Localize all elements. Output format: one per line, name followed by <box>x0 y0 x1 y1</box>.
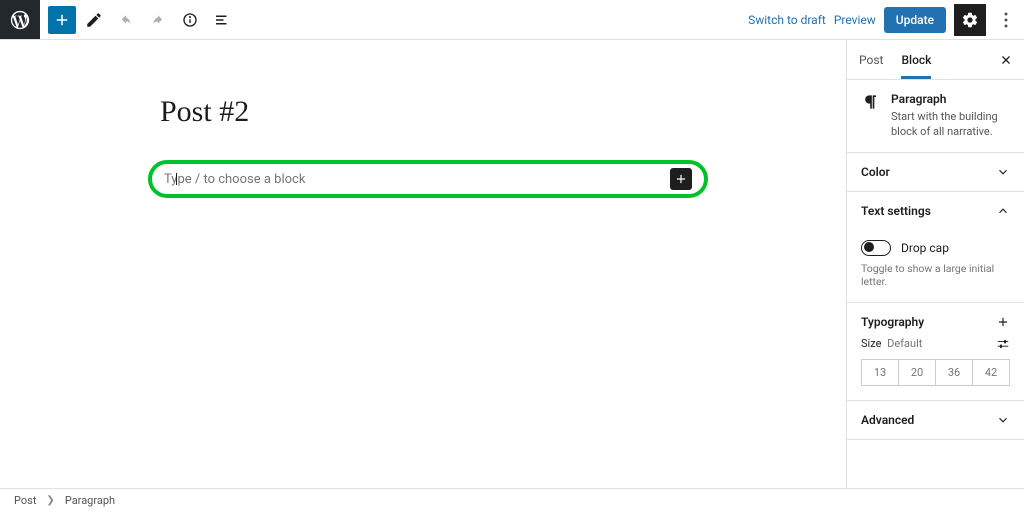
size-option-4[interactable]: 42 <box>972 360 1009 385</box>
outline-button[interactable] <box>208 6 236 34</box>
wordpress-logo-button[interactable] <box>0 0 40 39</box>
add-block-button[interactable] <box>48 6 76 34</box>
paragraph-block[interactable]: Type / to choose a block <box>148 160 708 198</box>
panel-advanced[interactable]: Advanced <box>847 401 1024 440</box>
list-icon <box>213 11 231 29</box>
size-settings-button[interactable] <box>996 337 1010 351</box>
undo-button[interactable] <box>112 6 140 34</box>
edit-mode-button[interactable] <box>80 6 108 34</box>
kebab-icon <box>1004 12 1008 28</box>
breadcrumb: Post ❯ Paragraph <box>0 488 1024 512</box>
more-menu-button[interactable] <box>994 4 1018 36</box>
plus-icon <box>53 11 71 29</box>
panel-advanced-label: Advanced <box>861 413 914 427</box>
size-label: Size <box>861 337 881 350</box>
info-button[interactable] <box>176 6 204 34</box>
inline-add-block-button[interactable] <box>670 168 692 190</box>
panel-text-settings-label: Text settings <box>861 204 931 218</box>
panel-text-settings[interactable]: Text settings <box>847 192 1024 230</box>
update-button[interactable]: Update <box>884 7 946 33</box>
wordpress-icon <box>9 9 31 31</box>
info-icon <box>181 11 199 29</box>
block-placeholder: Type / to choose a block <box>164 172 305 187</box>
undo-icon <box>117 11 135 29</box>
paragraph-icon <box>861 92 881 112</box>
top-toolbar: Switch to draft Preview Update <box>0 0 1024 40</box>
settings-sidebar: Post Block Paragraph Start with the buil… <box>846 40 1024 488</box>
chevron-down-icon <box>996 165 1010 179</box>
dropcap-help-text: Toggle to show a large initial letter. <box>861 262 1010 288</box>
editor-canvas[interactable]: Post #2 Type / to choose a block <box>0 40 846 488</box>
pencil-icon <box>85 11 103 29</box>
chevron-down-icon <box>996 413 1010 427</box>
size-option-3[interactable]: 36 <box>935 360 972 385</box>
switch-to-draft-link[interactable]: Switch to draft <box>748 13 826 27</box>
panel-color[interactable]: Color <box>847 153 1024 192</box>
breadcrumb-item-paragraph[interactable]: Paragraph <box>65 494 115 507</box>
post-title[interactable]: Post #2 <box>160 95 249 129</box>
text-caret <box>176 173 177 185</box>
tab-block[interactable]: Block <box>901 41 931 79</box>
redo-icon <box>149 11 167 29</box>
font-size-presets[interactable]: 13 20 36 42 <box>861 359 1010 386</box>
chevron-right-icon: ❯ <box>46 495 54 506</box>
close-icon <box>1000 54 1012 66</box>
chevron-up-icon <box>996 204 1010 218</box>
block-desc-label: Start with the building block of all nar… <box>891 110 1010 140</box>
gear-icon <box>961 11 979 29</box>
panel-typography-label: Typography <box>861 315 924 329</box>
plus-icon <box>674 172 688 186</box>
breadcrumb-item-post[interactable]: Post <box>14 494 36 507</box>
dropcap-toggle[interactable] <box>861 240 891 256</box>
size-option-1[interactable]: 13 <box>862 360 898 385</box>
redo-button[interactable] <box>144 6 172 34</box>
plus-icon <box>996 315 1010 329</box>
block-name-label: Paragraph <box>891 92 1010 106</box>
size-option-2[interactable]: 20 <box>898 360 935 385</box>
preview-link[interactable]: Preview <box>834 13 876 27</box>
dropcap-label: Drop cap <box>901 241 949 255</box>
tab-post[interactable]: Post <box>859 41 883 79</box>
panel-color-label: Color <box>861 165 890 179</box>
sliders-icon <box>996 337 1010 351</box>
close-sidebar-button[interactable] <box>1000 54 1012 66</box>
size-default-label: Default <box>887 337 922 350</box>
typography-add-button[interactable] <box>996 315 1010 329</box>
paragraph-block-icon <box>861 92 881 140</box>
settings-button[interactable] <box>954 4 986 36</box>
